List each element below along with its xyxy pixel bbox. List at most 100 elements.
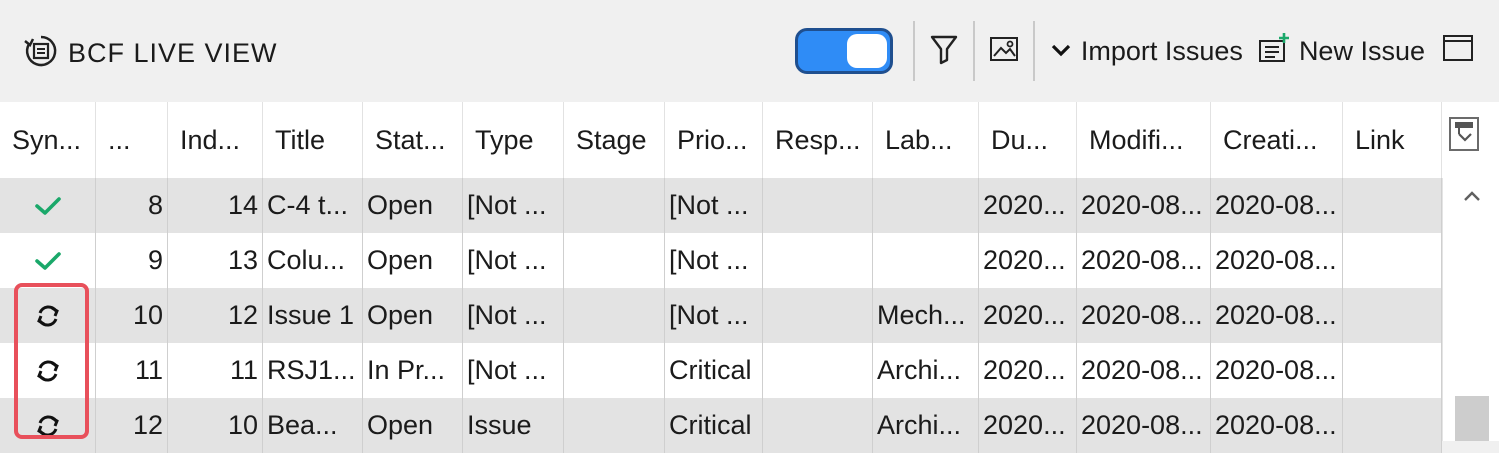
cell-priority: [Not ... bbox=[665, 288, 763, 343]
import-issues-button[interactable]: Import Issues bbox=[1049, 36, 1243, 67]
column-header-modified[interactable]: Modifi... bbox=[1077, 102, 1211, 178]
cell-link bbox=[1343, 233, 1442, 288]
column-header-type[interactable]: Type bbox=[463, 102, 564, 178]
cell-label: Archi... bbox=[873, 343, 979, 398]
cell-index: 10 bbox=[168, 398, 263, 453]
cell-modified: 2020-08... bbox=[1077, 233, 1211, 288]
cell-title: Bea... bbox=[263, 398, 363, 453]
cell-index: 14 bbox=[168, 178, 263, 233]
cell-modified: 2020-08... bbox=[1077, 343, 1211, 398]
cell-stage bbox=[564, 233, 665, 288]
cell-due: 2020... bbox=[979, 288, 1077, 343]
column-header-created[interactable]: Creati... bbox=[1211, 102, 1343, 178]
column-header-stage[interactable]: Stage bbox=[564, 102, 665, 178]
panel-title: BCF LIVE VIEW bbox=[68, 38, 278, 68]
cell-stage bbox=[564, 288, 665, 343]
table-row[interactable]: 10 12 Issue 1 Open [Not ... [Not ... Mech... 20… bbox=[0, 288, 1442, 343]
cell-stage bbox=[564, 178, 665, 233]
cell-created: 2020-08... bbox=[1211, 178, 1343, 233]
import-issues-label: Import Issues bbox=[1080, 35, 1243, 66]
cell-no: 10 bbox=[96, 288, 168, 343]
cell-due: 2020... bbox=[979, 398, 1077, 453]
cell-no: 8 bbox=[96, 178, 168, 233]
cell-modified: 2020-08... bbox=[1077, 398, 1211, 453]
table-row[interactable]: 11 11 RSJ1... In Pr... [Not ... Critical Archi… bbox=[0, 343, 1442, 398]
bcf-live-view-icon bbox=[22, 32, 60, 75]
sync-status-cell bbox=[0, 178, 96, 233]
scroll-up-icon bbox=[1462, 189, 1482, 208]
cell-due: 2020... bbox=[979, 343, 1077, 398]
cell-modified: 2020-08... bbox=[1077, 288, 1211, 343]
cell-modified: 2020-08... bbox=[1077, 178, 1211, 233]
snapshot-button[interactable] bbox=[983, 28, 1025, 74]
cell-no: 11 bbox=[96, 343, 168, 398]
live-sync-toggle[interactable] bbox=[794, 28, 893, 74]
cell-created: 2020-08... bbox=[1211, 233, 1343, 288]
cell-label: Mech... bbox=[873, 288, 979, 343]
cell-index: 12 bbox=[168, 288, 263, 343]
filter-icon bbox=[929, 33, 959, 70]
cell-label bbox=[873, 178, 979, 233]
chevron-down-icon bbox=[1049, 36, 1073, 67]
table-row[interactable]: 12 10 Bea... Open Issue Critical Archi... 2020.… bbox=[0, 398, 1442, 453]
filter-button[interactable] bbox=[923, 28, 965, 74]
image-icon bbox=[988, 34, 1020, 69]
table-row[interactable]: 9 13 Colu... Open [Not ... [Not ... 2020... 202… bbox=[0, 233, 1442, 288]
sync-status-cell bbox=[0, 233, 96, 288]
cell-link bbox=[1343, 343, 1442, 398]
issues-grid: Syn... ... Ind... Title Stat... Type Sta… bbox=[0, 102, 1499, 453]
column-header-sync[interactable]: Syn... bbox=[0, 102, 96, 178]
toggle-knob bbox=[846, 34, 887, 68]
grid-header: Syn... ... Ind... Title Stat... Type Sta… bbox=[0, 102, 1442, 179]
sync-status-cell bbox=[0, 398, 96, 453]
cell-status: Open bbox=[363, 178, 463, 233]
column-header-title[interactable]: Title bbox=[263, 102, 363, 178]
cell-responsible bbox=[763, 178, 873, 233]
column-header-status[interactable]: Stat... bbox=[363, 102, 463, 178]
cell-link bbox=[1343, 398, 1442, 453]
cell-priority: [Not ... bbox=[665, 233, 763, 288]
cell-stage bbox=[564, 398, 665, 453]
cell-title: Colu... bbox=[263, 233, 363, 288]
cell-created: 2020-08... bbox=[1211, 288, 1343, 343]
cell-status: Open bbox=[363, 288, 463, 343]
scrollbar-thumb[interactable] bbox=[1455, 396, 1489, 441]
new-issue-button[interactable]: New Issue bbox=[1257, 32, 1425, 71]
cell-created: 2020-08... bbox=[1211, 343, 1343, 398]
cell-status: In Pr... bbox=[363, 343, 463, 398]
column-header-number[interactable]: ... bbox=[96, 102, 168, 178]
cell-created: 2020-08... bbox=[1211, 398, 1343, 453]
column-header-link[interactable]: Link bbox=[1343, 102, 1442, 178]
cell-status: Open bbox=[363, 398, 463, 453]
new-issue-icon bbox=[1257, 32, 1291, 71]
cell-priority: Critical bbox=[665, 343, 763, 398]
cell-type: [Not ... bbox=[463, 178, 564, 233]
cell-type: [Not ... bbox=[463, 233, 564, 288]
new-issue-label: New Issue bbox=[1298, 35, 1425, 66]
scroll-up-button[interactable] bbox=[1443, 178, 1499, 218]
table-row[interactable]: 8 14 C-4 t... Open [Not ... [Not ... 2020... 20… bbox=[0, 178, 1442, 233]
column-header-due-date[interactable]: Du... bbox=[979, 102, 1077, 178]
column-chooser-button[interactable] bbox=[1449, 117, 1479, 151]
cell-title: Issue 1 bbox=[263, 288, 363, 343]
cell-label bbox=[873, 233, 979, 288]
sync-icon bbox=[33, 411, 63, 441]
cell-responsible bbox=[763, 288, 873, 343]
column-header-labels[interactable]: Lab... bbox=[873, 102, 979, 178]
restore-window-button[interactable] bbox=[1437, 28, 1479, 74]
divider bbox=[1032, 21, 1035, 81]
window-restore-icon bbox=[1441, 33, 1475, 70]
cell-title: RSJ1... bbox=[263, 343, 363, 398]
cell-link bbox=[1343, 178, 1442, 233]
toolbar: BCF LIVE VIEW Import Issues New Issue bbox=[0, 0, 1499, 102]
vertical-scrollbar[interactable] bbox=[1442, 178, 1499, 441]
column-header-responsible[interactable]: Resp... bbox=[763, 102, 873, 178]
cell-type: Issue bbox=[463, 398, 564, 453]
sync-icon bbox=[33, 301, 63, 331]
cell-stage bbox=[564, 343, 665, 398]
column-header-priority[interactable]: Prio... bbox=[665, 102, 763, 178]
column-header-index[interactable]: Ind... bbox=[168, 102, 263, 178]
cell-index: 11 bbox=[168, 343, 263, 398]
divider bbox=[912, 21, 915, 81]
column-chooser-icon bbox=[1453, 120, 1475, 149]
